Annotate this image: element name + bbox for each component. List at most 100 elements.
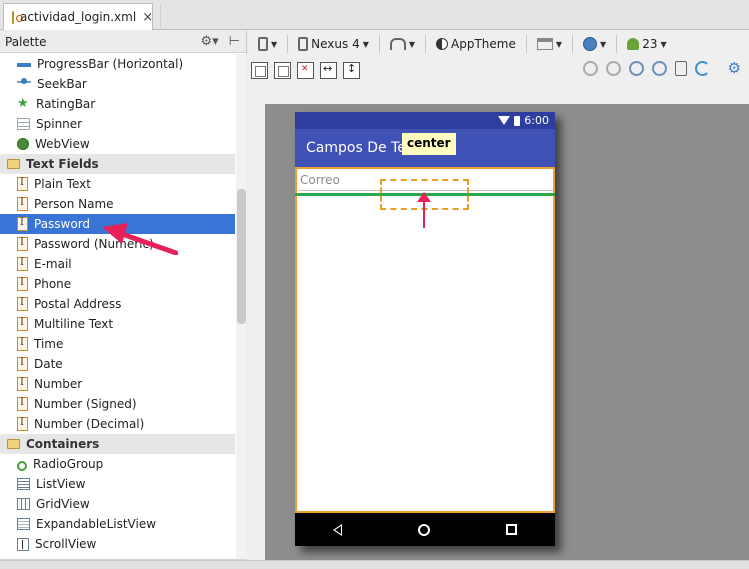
palette-item-e-mail[interactable]: E-mail (0, 254, 235, 274)
toolbar-divider (572, 35, 574, 53)
palette-item-label: Number (34, 377, 83, 391)
close-tab-icon[interactable]: × (142, 10, 153, 25)
palette-item-label: RadioGroup (33, 457, 104, 471)
palette-item-date[interactable]: Date (0, 354, 235, 374)
zoom-to-fit-icon[interactable] (582, 61, 598, 76)
orientation-button[interactable]: ▼ (386, 36, 419, 52)
palette-item-number[interactable]: Number (0, 374, 235, 394)
textfield-icon (17, 197, 28, 211)
xml-file-icon (12, 10, 23, 24)
textfield-icon (17, 257, 28, 271)
theme-button[interactable]: AppTheme (432, 35, 520, 53)
palette-category-containers[interactable]: Containers (0, 434, 235, 454)
fill-height-icon[interactable] (343, 61, 360, 79)
chevron-down-icon: ▼ (408, 39, 416, 49)
palette-header: Palette ⚙▾ ⊢ (0, 31, 246, 53)
tab-actividad-login[interactable]: actividad_login.xml × (3, 3, 153, 30)
api-label: 23 (642, 37, 658, 51)
palette-scroll-thumb[interactable] (237, 189, 246, 324)
scrollview-icon (17, 537, 29, 551)
textfield-icon (17, 397, 28, 411)
radiogroup-icon (17, 461, 27, 471)
palette-item-number-signed[interactable]: Number (Signed) (0, 394, 235, 414)
ratingbar-icon: ★ (17, 96, 29, 111)
textfield-icon (17, 277, 28, 291)
gear-icon[interactable]: ⚙▾ (200, 34, 218, 49)
refresh-icon[interactable] (694, 61, 710, 76)
textfield-icon (17, 317, 28, 331)
zoom-actual-icon[interactable] (605, 61, 621, 76)
layout-canvas[interactable]: 6:00 Campos De Tex center Correo (265, 104, 749, 569)
palette-item-label: Plain Text (34, 177, 91, 191)
app-title: Campos De Tex (306, 140, 414, 156)
textfield-icon (17, 297, 28, 311)
battery-icon (514, 115, 521, 126)
palette-item-label: Phone (34, 277, 72, 291)
preview-document-icon[interactable] (674, 61, 687, 76)
locale-button[interactable]: ▼ (579, 35, 610, 53)
globe-icon (583, 37, 598, 51)
palette-item-postal-address[interactable]: Postal Address (0, 294, 235, 314)
activity-button[interactable]: ▼ (533, 36, 566, 52)
phone-icon (298, 37, 309, 51)
wifi-icon (498, 116, 511, 125)
chevron-down-icon: ▼ (362, 39, 369, 49)
android-icon (627, 38, 640, 50)
palette-item-label: ListView (36, 477, 86, 491)
palette-item-ratingbar[interactable]: ★ RatingBar (0, 94, 235, 114)
design-toolbar-bottom: ⚙ (248, 58, 749, 82)
palette-item-label: SeekBar (37, 77, 87, 91)
fill-width-icon[interactable] (320, 61, 337, 79)
layout-vertical-icon[interactable] (274, 61, 291, 79)
toolbar-divider (616, 35, 618, 53)
palette-scrollbar[interactable] (236, 54, 247, 559)
home-icon (418, 523, 430, 536)
palette-item-gridview[interactable]: GridView (0, 494, 235, 514)
linear-layout-root[interactable]: Correo (295, 167, 555, 513)
textfield-icon (17, 337, 28, 351)
palette-item-expandablelistview[interactable]: ExpandableListView (0, 514, 235, 534)
palette-item-scrollview[interactable]: ScrollView (0, 534, 235, 554)
palette-item-multiline-text[interactable]: Multiline Text (0, 314, 235, 334)
palette-item-radiogroup[interactable]: RadioGroup (0, 454, 235, 474)
palette-item-label: RatingBar (36, 97, 96, 111)
rotate-icon (389, 38, 406, 50)
palette-item-number-decimal[interactable]: Number (Decimal) (0, 414, 235, 434)
palette-item-person-name[interactable]: Person Name (0, 194, 235, 214)
palette-tools: ⚙▾ ⊢ (200, 34, 240, 49)
palette-item-time[interactable]: Time (0, 334, 235, 354)
zoom-out-icon[interactable] (651, 61, 667, 76)
back-icon (333, 523, 342, 536)
gravity-tooltip: center (402, 133, 456, 155)
palette-item-label: WebView (35, 137, 90, 151)
spinner-icon (17, 118, 30, 130)
annotation-arrow-icon (102, 223, 178, 255)
palette-item-phone[interactable]: Phone (0, 274, 235, 294)
palette-item-progressbar-horizontal[interactable]: ProgressBar (Horizontal) (0, 54, 235, 74)
palette-item-webview[interactable]: WebView (0, 134, 235, 154)
zoom-tools: ⚙ (582, 61, 741, 76)
device-icon (258, 37, 268, 51)
palette-item-label: Multiline Text (34, 317, 114, 331)
clear-constraints-icon[interactable] (297, 61, 314, 79)
palette-item-label: Time (34, 337, 64, 351)
palette-item-spinner[interactable]: Spinner (0, 114, 235, 134)
palette-category-text-fields[interactable]: Text Fields (0, 154, 235, 174)
device-select-button[interactable]: Nexus 4 ▼ (294, 35, 373, 53)
toolbar-divider (287, 35, 289, 53)
palette-item-seekbar[interactable]: SeekBar (0, 74, 235, 94)
palette-item-plain-text[interactable]: Plain Text (0, 174, 235, 194)
api-level-button[interactable]: 23 ▼ (623, 35, 670, 53)
expandablelistview-icon (17, 518, 30, 530)
settings-gear-icon[interactable]: ⚙ (728, 61, 741, 76)
editor-tab-bar: actividad_login.xml × (0, 0, 749, 30)
palette-title: Palette (5, 34, 47, 49)
hide-panel-icon[interactable]: ⊢ (229, 34, 240, 49)
layout-horizontal-icon[interactable] (251, 61, 268, 79)
palette-item-label: GridView (36, 497, 90, 511)
listview-icon (17, 478, 30, 490)
zoom-in-icon[interactable] (628, 61, 644, 76)
device-config-button[interactable]: ▼ (254, 35, 281, 53)
toolbar-divider (378, 35, 380, 53)
palette-item-listview[interactable]: ListView (0, 474, 235, 494)
